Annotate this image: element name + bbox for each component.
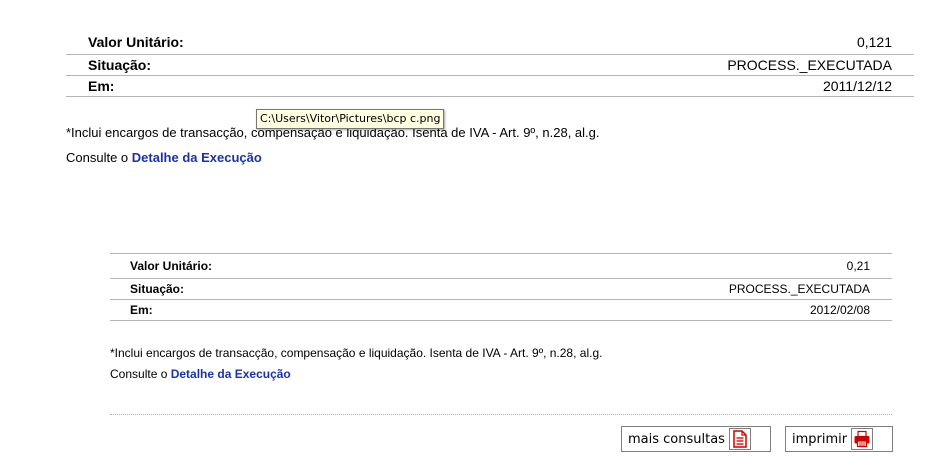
execution-detail-link[interactable]: Detalhe da Execução — [132, 150, 262, 165]
row-value: 2011/12/12 — [393, 75, 914, 97]
row-value: 2012/02/08 — [410, 299, 892, 321]
details-table-2: Valor Unitário: 0,21 Situação: PROCESS._… — [110, 254, 892, 321]
fee-note-2: *Inclui encargos de transacção, compensa… — [110, 346, 603, 360]
execution-detail-link[interactable]: Detalhe da Execução — [171, 367, 291, 381]
consult-prefix: Consulte o — [110, 367, 171, 381]
table-row: Valor Unitário: 0,121 — [66, 30, 914, 55]
print-button[interactable]: imprimir — [785, 426, 893, 452]
row-label: Situação: — [66, 54, 394, 76]
row-label: Em: — [110, 299, 411, 321]
table-row: Em: 2011/12/12 — [66, 75, 914, 97]
row-value: 0,121 — [393, 30, 914, 55]
document-icon — [728, 428, 751, 450]
more-queries-label: mais consultas — [628, 431, 725, 447]
consult-prefix: Consulte o — [66, 150, 132, 165]
table-row: Em: 2012/02/08 — [110, 299, 892, 321]
row-value: 0,21 — [410, 254, 892, 279]
print-label: imprimir — [792, 431, 848, 447]
execution-details-1: Valor Unitário: 0,121 Situação: PROCESS.… — [66, 30, 914, 97]
separator — [110, 414, 892, 415]
consult-line-2: Consulte o Detalhe da Execução — [110, 367, 291, 381]
row-value: PROCESS._EXECUTADA — [410, 278, 892, 300]
row-value: PROCESS._EXECUTADA — [393, 54, 914, 76]
row-label: Em: — [66, 75, 394, 97]
table-row: Situação: PROCESS._EXECUTADA — [66, 54, 914, 76]
table-row: Situação: PROCESS._EXECUTADA — [110, 278, 892, 300]
table-row: Valor Unitário: 0,21 — [110, 254, 892, 279]
details-table-1: Valor Unitário: 0,121 Situação: PROCESS.… — [66, 30, 914, 97]
consult-line-1: Consulte o Detalhe da Execução — [66, 150, 262, 165]
more-queries-button[interactable]: mais consultas — [621, 426, 771, 452]
row-label: Situação: — [110, 278, 411, 300]
printer-icon — [851, 428, 874, 450]
execution-details-2: Valor Unitário: 0,21 Situação: PROCESS._… — [110, 253, 892, 321]
file-path-tooltip: C:\Users\Vitor\Pictures\bcp c.png — [256, 109, 445, 129]
row-label: Valor Unitário: — [66, 30, 394, 55]
row-label: Valor Unitário: — [110, 254, 411, 279]
